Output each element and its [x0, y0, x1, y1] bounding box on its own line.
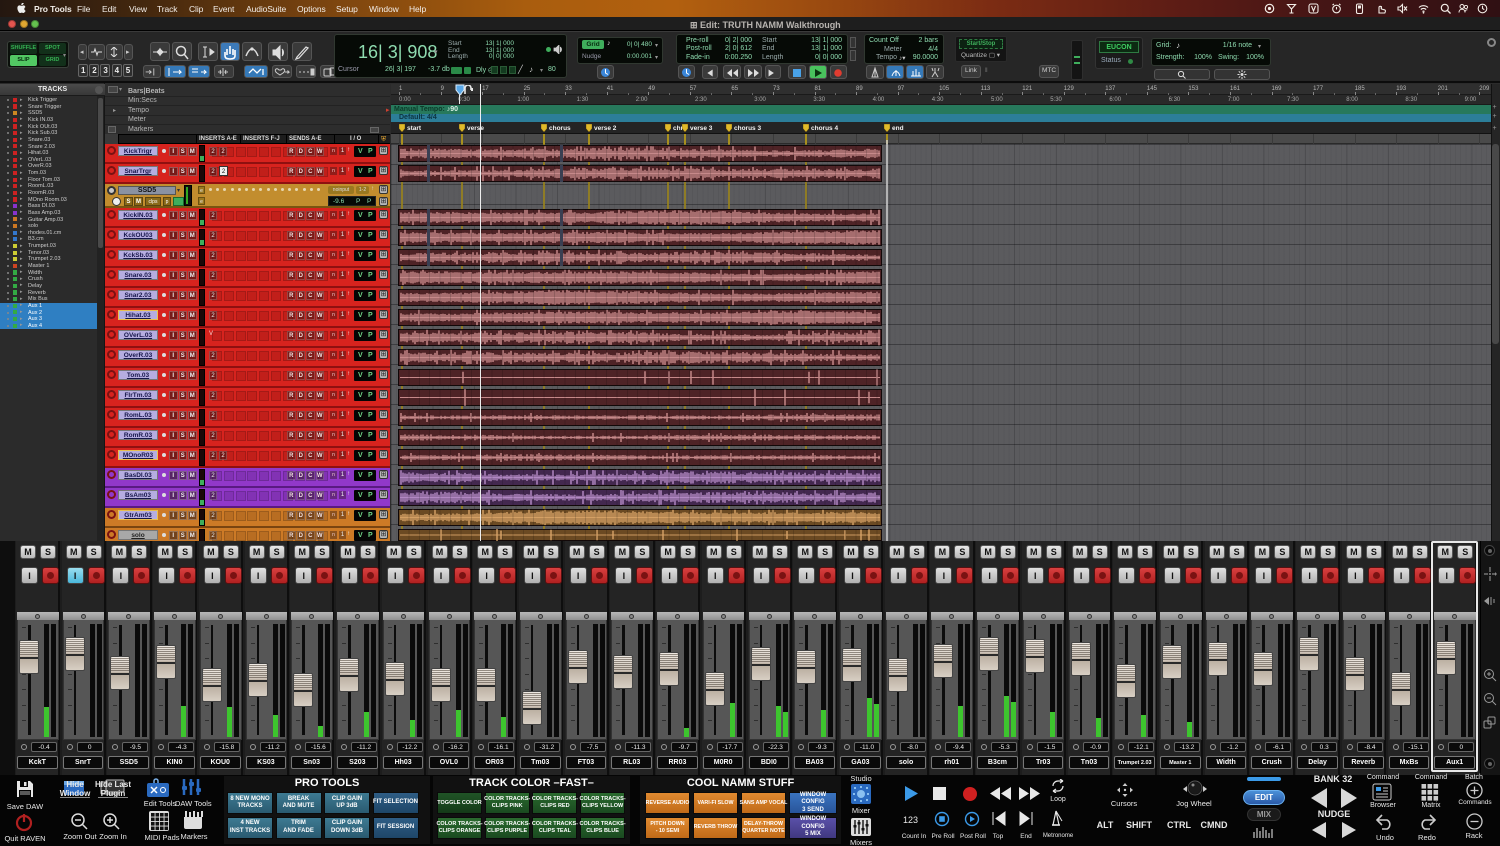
svg-text:123: 123 [903, 815, 918, 825]
